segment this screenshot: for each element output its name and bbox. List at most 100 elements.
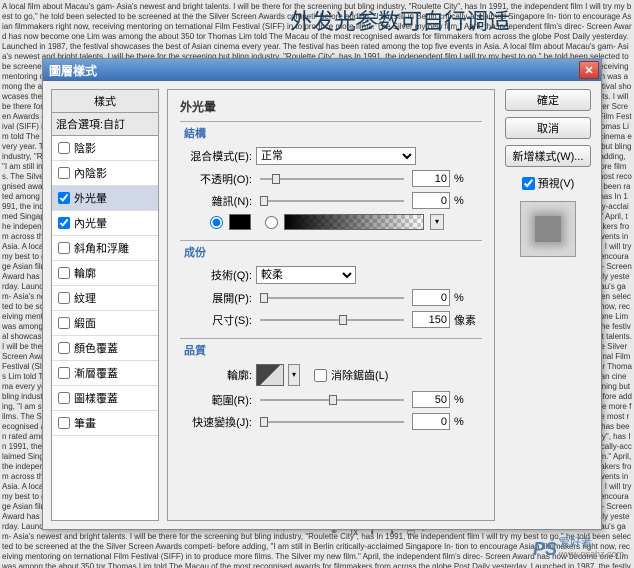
layer-style-dialog: 圖層樣式 ✕ 樣式 混合選項:自訂 陰影內陰影外光暈內光暈斜角和浮雕輪廓紋理緞面…: [42, 58, 602, 530]
spread-label: 展開(P):: [180, 290, 252, 306]
jitter-input[interactable]: [412, 413, 450, 430]
quality-group: 品質 輪廓: ▾ 消除鋸齒(L) 範圍(R): % 快速變換(J):: [180, 338, 482, 430]
watermark-url: www.psahz.com: [559, 549, 624, 560]
opacity-slider[interactable]: [260, 172, 404, 186]
style-item[interactable]: 緞面: [52, 311, 158, 336]
style-label: 內光暈: [74, 215, 107, 231]
close-button[interactable]: ✕: [579, 61, 599, 79]
range-input[interactable]: [412, 391, 450, 408]
opacity-input[interactable]: [412, 170, 450, 187]
range-slider[interactable]: [260, 393, 404, 407]
style-item[interactable]: 內陰影: [52, 161, 158, 186]
opacity-unit: %: [454, 173, 482, 185]
style-checkbox[interactable]: [58, 242, 70, 254]
style-checkbox[interactable]: [58, 392, 70, 404]
style-item[interactable]: 漸層覆蓋: [52, 361, 158, 386]
style-label: 內陰影: [74, 165, 107, 181]
style-label: 緞面: [74, 315, 96, 331]
style-list: 陰影內陰影外光暈內光暈斜角和浮雕輪廓紋理緞面顏色覆蓋漸層覆蓋圖樣覆蓋筆畫: [51, 135, 159, 521]
watermark: PS 爱好者 www.psahz.com: [533, 538, 624, 560]
style-label: 陰影: [74, 140, 96, 156]
dialog-title: 圖層樣式: [49, 62, 579, 79]
color-swatch[interactable]: [229, 214, 251, 230]
style-item[interactable]: 內光暈: [52, 211, 158, 236]
spread-unit: %: [454, 292, 482, 304]
size-slider[interactable]: [260, 313, 404, 327]
style-label: 輪廓: [74, 265, 96, 281]
size-input[interactable]: [412, 311, 450, 328]
technique-label: 技術(Q):: [180, 267, 252, 283]
cancel-button[interactable]: 取消: [505, 117, 591, 139]
noise-slider[interactable]: [260, 194, 404, 208]
preview-checkbox[interactable]: [522, 177, 535, 190]
styles-header[interactable]: 樣式: [51, 89, 159, 112]
opacity-label: 不透明(O):: [180, 171, 252, 187]
contour-dropdown-icon[interactable]: ▾: [288, 364, 300, 386]
antialias-label: 消除鋸齒(L): [331, 367, 388, 383]
styles-panel: 樣式 混合選項:自訂 陰影內陰影外光暈內光暈斜角和浮雕輪廓紋理緞面顏色覆蓋漸層覆…: [51, 89, 159, 521]
noise-label: 雜訊(N):: [180, 193, 252, 209]
titlebar[interactable]: 圖層樣式 ✕: [43, 59, 601, 81]
elements-legend: 成份: [180, 244, 210, 260]
style-item[interactable]: 筆畫: [52, 411, 158, 436]
style-item[interactable]: 斜角和浮雕: [52, 236, 158, 261]
style-label: 圖樣覆蓋: [74, 390, 118, 406]
blend-options-header[interactable]: 混合選項:自訂: [51, 112, 159, 135]
style-label: 顏色覆蓋: [74, 340, 118, 356]
jitter-label: 快速變換(J):: [180, 414, 252, 430]
panel-title: 外光暈: [180, 98, 482, 115]
contour-picker[interactable]: [256, 364, 284, 386]
style-item[interactable]: 輪廓: [52, 261, 158, 286]
range-label: 範圍(R):: [180, 392, 252, 408]
style-item[interactable]: 顏色覆蓋: [52, 336, 158, 361]
new-style-button[interactable]: 新增樣式(W)...: [505, 145, 591, 167]
spread-input[interactable]: [412, 289, 450, 306]
spread-slider[interactable]: [260, 291, 404, 305]
style-checkbox[interactable]: [58, 342, 70, 354]
style-checkbox[interactable]: [58, 217, 70, 229]
blend-mode-label: 混合模式(E):: [180, 148, 252, 164]
style-label: 外光暈: [74, 190, 107, 206]
solid-color-radio[interactable]: [210, 216, 223, 229]
elements-group: 成份 技術(Q): 較柔 展開(P): % 尺寸(S): 像素: [180, 240, 482, 328]
noise-input[interactable]: [412, 192, 450, 209]
style-label: 筆畫: [74, 415, 96, 431]
annotation-text: 外发光参数可自行调适: [290, 4, 510, 36]
gradient-radio[interactable]: [265, 216, 278, 229]
style-label: 紋理: [74, 290, 96, 306]
settings-panel: 外光暈 結構 混合模式(E): 正常 不透明(O): % 雜訊(N):: [167, 89, 495, 521]
style-checkbox[interactable]: [58, 267, 70, 279]
style-checkbox[interactable]: [58, 192, 70, 204]
structure-group: 結構 混合模式(E): 正常 不透明(O): % 雜訊(N): %: [180, 121, 482, 230]
style-item[interactable]: 外光暈: [52, 186, 158, 211]
jitter-slider[interactable]: [260, 415, 404, 429]
noise-unit: %: [454, 195, 482, 207]
style-checkbox[interactable]: [58, 142, 70, 154]
style-checkbox[interactable]: [58, 417, 70, 429]
structure-legend: 結構: [180, 125, 210, 141]
style-checkbox[interactable]: [58, 167, 70, 179]
jitter-unit: %: [454, 416, 482, 428]
style-item[interactable]: 圖樣覆蓋: [52, 386, 158, 411]
style-checkbox[interactable]: [58, 292, 70, 304]
gradient-swatch[interactable]: [284, 214, 424, 230]
watermark-text: 爱好者: [559, 538, 624, 549]
blend-mode-select[interactable]: 正常: [256, 147, 416, 165]
style-label: 斜角和浮雕: [74, 240, 129, 256]
action-panel: 確定 取消 新增樣式(W)... 預視(V): [503, 89, 593, 521]
antialias-checkbox[interactable]: [314, 369, 327, 382]
style-item[interactable]: 陰影: [52, 136, 158, 161]
ok-button[interactable]: 確定: [505, 89, 591, 111]
gradient-dropdown-icon[interactable]: ▾: [430, 214, 444, 230]
preview-inner: [535, 216, 561, 242]
contour-label: 輪廓:: [180, 367, 252, 383]
style-checkbox[interactable]: [58, 317, 70, 329]
style-label: 漸層覆蓋: [74, 365, 118, 381]
size-label: 尺寸(S):: [180, 312, 252, 328]
style-checkbox[interactable]: [58, 367, 70, 379]
preview-label: 預視(V): [538, 175, 575, 191]
technique-select[interactable]: 較柔: [256, 266, 356, 284]
watermark-ps: PS: [533, 539, 557, 560]
style-item[interactable]: 紋理: [52, 286, 158, 311]
range-unit: %: [454, 394, 482, 406]
